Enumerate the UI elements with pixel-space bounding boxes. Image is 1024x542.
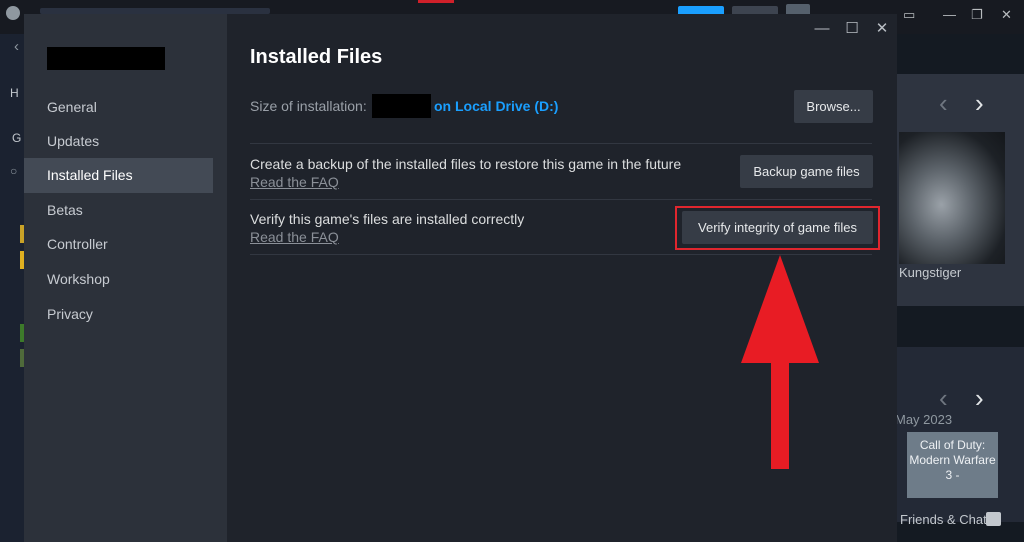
- featured-caption: Kungstiger: [899, 265, 962, 280]
- verify-description: Verify this game's files are installed c…: [250, 211, 525, 227]
- steam-restore-icon[interactable]: ❐: [971, 8, 983, 22]
- minimize-icon[interactable]: —: [813, 20, 831, 38]
- browse-button[interactable]: Browse...: [794, 90, 873, 123]
- verify-highlight-box: [675, 206, 880, 250]
- properties-sidebar: General Updates Installed Files Betas Co…: [24, 14, 227, 542]
- size-label: Size of installation:: [250, 98, 367, 114]
- big-picture-icon[interactable]: ▭: [903, 8, 915, 22]
- games-filter-stub[interactable]: G: [12, 131, 21, 145]
- steam-close-icon[interactable]: ✕: [1001, 8, 1012, 22]
- store-preview-panel: ‹ › Kungstiger ‹ › May 2023 Call of Duty…: [895, 34, 1024, 542]
- divider: [250, 143, 872, 144]
- redacted-size-value: [372, 94, 431, 118]
- nav-installed-files[interactable]: Installed Files: [24, 158, 213, 193]
- backup-faq-link[interactable]: Read the FAQ: [250, 174, 339, 190]
- home-tab-stub[interactable]: H: [10, 86, 19, 100]
- redacted-game-title: [47, 47, 165, 70]
- backup-description: Create a backup of the installed files t…: [250, 156, 682, 172]
- nav-controller[interactable]: Controller: [24, 227, 213, 262]
- nav-betas[interactable]: Betas: [24, 193, 213, 228]
- carousel-next-icon[interactable]: ›: [975, 90, 984, 116]
- installation-size-row: Size of installation: on Local Drive (D:…: [250, 94, 872, 124]
- nav-privacy[interactable]: Privacy: [24, 297, 213, 332]
- recent-prev-icon[interactable]: ‹: [939, 385, 948, 411]
- maximize-icon[interactable]: ☐: [843, 20, 861, 38]
- recent-next-icon[interactable]: ›: [975, 385, 984, 411]
- steam-logo-icon[interactable]: [6, 6, 20, 20]
- backup-game-files-button[interactable]: Backup game files: [740, 155, 873, 188]
- featured-image[interactable]: [899, 132, 1005, 264]
- divider: [250, 199, 872, 200]
- game-card[interactable]: Call of Duty: Modern Warfare 3 -: [907, 432, 998, 498]
- annotation-arrow-icon: [741, 255, 819, 469]
- install-location: on Local Drive (D:): [434, 98, 559, 114]
- notification-indicator: [418, 0, 454, 3]
- search-icon[interactable]: ○: [10, 164, 17, 178]
- nav-general[interactable]: General: [24, 90, 213, 125]
- close-icon[interactable]: ✕: [873, 20, 891, 38]
- arrow-shape: [741, 255, 819, 469]
- nav-workshop[interactable]: Workshop: [24, 262, 213, 297]
- nav-updates[interactable]: Updates: [24, 124, 213, 159]
- library-sidebar-edge: ‹ H G ○: [0, 34, 24, 542]
- back-arrow-icon[interactable]: ‹: [14, 38, 19, 55]
- steam-minimize-icon[interactable]: —: [943, 8, 956, 22]
- friends-chat-label[interactable]: Friends & Chat: [900, 512, 987, 527]
- recent-date: May 2023: [895, 412, 953, 427]
- carousel-prev-icon[interactable]: ‹: [939, 90, 948, 116]
- verify-faq-link[interactable]: Read the FAQ: [250, 229, 339, 245]
- friends-icon[interactable]: [986, 512, 1001, 526]
- page-title: Installed Files: [250, 46, 383, 68]
